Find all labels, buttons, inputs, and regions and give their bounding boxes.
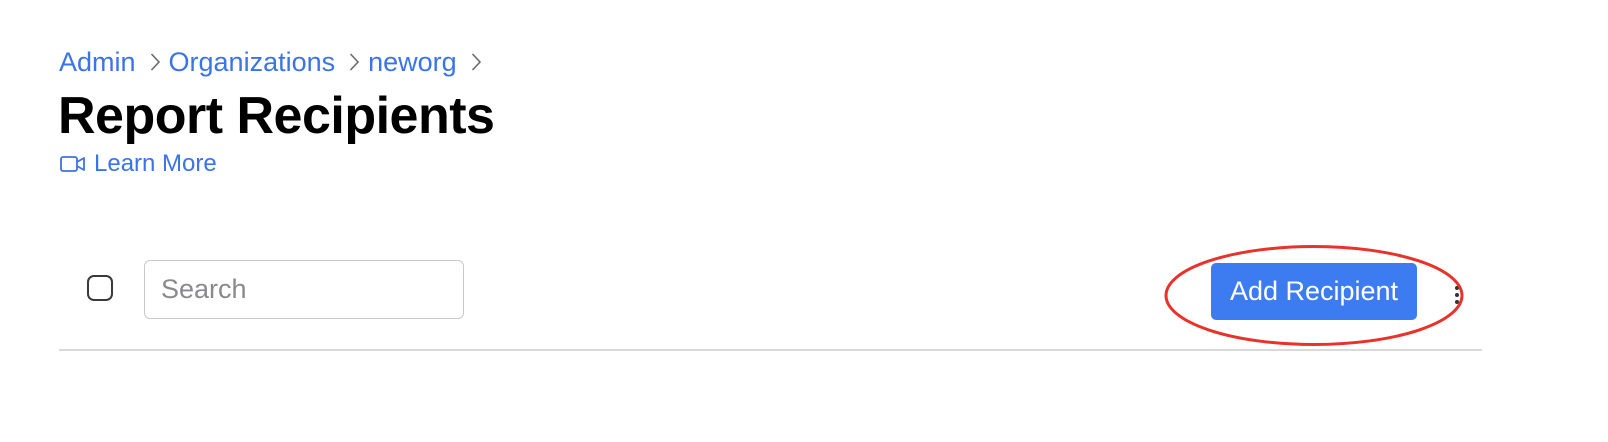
select-all-checkbox[interactable] (87, 275, 113, 301)
breadcrumb-organizations[interactable]: Organizations (169, 44, 336, 80)
vertical-ellipsis-icon[interactable] (1454, 286, 1460, 304)
chevron-right-icon (150, 52, 161, 72)
add-recipient-button[interactable]: Add Recipient (1211, 263, 1417, 320)
breadcrumb-neworg[interactable]: neworg (368, 44, 457, 80)
video-camera-icon (60, 155, 86, 173)
chevron-right-icon (471, 52, 482, 72)
page-title: Report Recipients (58, 87, 495, 145)
learn-more-link[interactable]: Learn More (60, 148, 217, 180)
breadcrumb: Admin Organizations neworg (59, 44, 490, 80)
chevron-right-icon (349, 52, 360, 72)
search-input[interactable] (144, 260, 464, 319)
report-recipients-page: Admin Organizations neworg Report Recipi… (0, 0, 1608, 442)
breadcrumb-admin[interactable]: Admin (59, 44, 136, 80)
learn-more-label: Learn More (94, 150, 217, 177)
divider (59, 349, 1482, 351)
